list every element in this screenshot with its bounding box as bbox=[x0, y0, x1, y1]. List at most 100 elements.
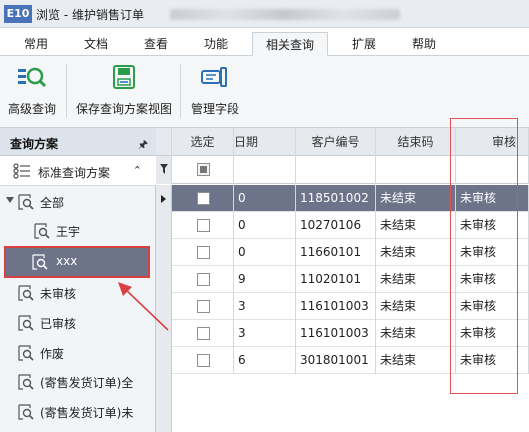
title-bar: E10 浏览 - 维护销售订单 bbox=[0, 0, 529, 28]
tree-node-audited[interactable]: 已审核 bbox=[0, 309, 156, 337]
tab-common[interactable]: 常用 bbox=[14, 32, 58, 56]
table-row[interactable]: 0 10270106 未结束 未审核 bbox=[156, 212, 529, 239]
filter-select-all[interactable] bbox=[172, 156, 234, 184]
row-select[interactable] bbox=[172, 347, 234, 374]
row-indicator bbox=[156, 212, 172, 239]
row-indicator bbox=[156, 347, 172, 374]
orders-grid: 选定 日期 客户编号 结束码 审核 0 118501002 未结束 未审核 0 … bbox=[156, 128, 529, 432]
filter-cell[interactable] bbox=[234, 156, 296, 184]
tab-view[interactable]: 查看 bbox=[134, 32, 178, 56]
expand-icon[interactable] bbox=[6, 197, 14, 203]
cell-customer: 116101003 bbox=[296, 293, 376, 320]
filter-cell[interactable] bbox=[456, 156, 529, 184]
advanced-query-icon bbox=[18, 67, 47, 88]
table-row[interactable]: 0 118501002 未结束 未审核 bbox=[156, 185, 529, 212]
filter-indicator bbox=[156, 156, 172, 184]
row-indicator bbox=[156, 185, 172, 212]
row-indicator bbox=[156, 293, 172, 320]
caret-up-icon[interactable]: ⌃ bbox=[133, 164, 142, 177]
tree-node-xxx[interactable]: xxx bbox=[4, 246, 150, 278]
tree-node-consign-all[interactable]: (寄售发货订单)全 bbox=[0, 368, 156, 396]
row-select[interactable] bbox=[172, 320, 234, 347]
row-checkbox[interactable] bbox=[196, 300, 210, 313]
pin-icon[interactable]: 🖈 bbox=[138, 136, 148, 155]
tree-label: (寄售发货订单)全 bbox=[40, 376, 134, 390]
query-icon bbox=[18, 404, 34, 420]
cell-settle: 未结束 bbox=[376, 185, 456, 212]
cell-settle: 未结束 bbox=[376, 239, 456, 266]
filter-icon bbox=[160, 164, 168, 174]
cell-date: 3 bbox=[234, 320, 296, 347]
column-header-settle[interactable]: 结束码 bbox=[376, 128, 456, 156]
column-header-date[interactable]: 日期 bbox=[234, 128, 296, 156]
table-row[interactable]: 3 116101003 未结束 未审核 bbox=[156, 320, 529, 347]
tab-related-query[interactable]: 相关查询 bbox=[252, 32, 328, 56]
row-checkbox[interactable] bbox=[196, 354, 210, 367]
query-icon bbox=[18, 285, 34, 301]
row-checkbox[interactable] bbox=[196, 246, 210, 259]
cell-audit: 未审核 bbox=[456, 347, 529, 374]
app-window: E10 浏览 - 维护销售订单 常用 文档 查看 功能 相关查询 扩展 帮助 高… bbox=[0, 0, 529, 432]
scheme-selector[interactable]: 标准查询方案 ⌃ bbox=[0, 156, 156, 186]
tree-label: 王宇 bbox=[56, 225, 81, 239]
cell-customer: 116101003 bbox=[296, 320, 376, 347]
query-icon bbox=[18, 315, 34, 331]
header-indicator bbox=[156, 128, 172, 156]
advanced-query-label: 高级查询 bbox=[7, 102, 56, 116]
select-all-checkbox[interactable] bbox=[196, 163, 210, 176]
tab-extend[interactable]: 扩展 bbox=[342, 32, 386, 56]
manage-fields-button[interactable]: 管理字段 bbox=[186, 60, 244, 122]
row-select[interactable] bbox=[172, 239, 234, 266]
row-checkbox[interactable] bbox=[196, 219, 210, 232]
row-indicator bbox=[156, 374, 172, 432]
scheme-label: 标准查询方案 bbox=[38, 166, 111, 180]
menu-tabs: 常用 文档 查看 功能 相关查询 扩展 帮助 bbox=[0, 28, 529, 56]
row-indicator bbox=[156, 320, 172, 347]
row-select[interactable] bbox=[172, 266, 234, 293]
row-select[interactable] bbox=[172, 185, 234, 212]
row-checkbox[interactable] bbox=[196, 327, 210, 340]
table-row[interactable]: 9 11020101 未结束 未审核 bbox=[156, 266, 529, 293]
row-select[interactable] bbox=[172, 212, 234, 239]
tree-label: 未审核 bbox=[40, 287, 77, 301]
row-select[interactable] bbox=[172, 293, 234, 320]
query-icon bbox=[32, 254, 48, 270]
row-indicator bbox=[156, 266, 172, 293]
cell-customer: 11660101 bbox=[296, 239, 376, 266]
cell-customer: 10270106 bbox=[296, 212, 376, 239]
row-indicator bbox=[156, 239, 172, 266]
list-icon bbox=[13, 163, 30, 179]
row-checkbox[interactable] bbox=[196, 273, 210, 286]
tree-node-consign-un[interactable]: (寄售发货订单)未 bbox=[0, 398, 156, 426]
table-row[interactable]: 3 116101003 未结束 未审核 bbox=[156, 293, 529, 320]
table-row[interactable]: 0 11660101 未结束 未审核 bbox=[156, 239, 529, 266]
tree-node-void[interactable]: 作废 bbox=[0, 339, 156, 367]
tree-node-wangyu[interactable]: 王宇 bbox=[0, 217, 156, 245]
tree-node-all[interactable]: 全部 bbox=[0, 188, 156, 216]
tab-help[interactable]: 帮助 bbox=[402, 32, 446, 56]
row-checkbox[interactable] bbox=[196, 192, 210, 205]
tree-label: 作废 bbox=[40, 347, 65, 361]
table-row[interactable]: 6 301801001 未结束 未审核 bbox=[156, 347, 529, 374]
tab-document[interactable]: 文档 bbox=[74, 32, 118, 56]
column-header-customer[interactable]: 客户编号 bbox=[296, 128, 376, 156]
query-icon bbox=[34, 223, 50, 239]
blurred-title-detail bbox=[170, 9, 400, 20]
grid-header: 选定 日期 客户编号 结束码 审核 bbox=[156, 128, 529, 156]
arrow-right-icon bbox=[161, 195, 166, 203]
cell-settle: 未结束 bbox=[376, 212, 456, 239]
window-title: 浏览 - 维护销售订单 bbox=[36, 8, 144, 22]
tree-label: (寄售发货订单)未 bbox=[40, 406, 134, 420]
tree-label: 已审核 bbox=[40, 317, 77, 331]
cell-audit: 未审核 bbox=[456, 293, 529, 320]
save-query-view-button[interactable]: 保存查询方案视图 bbox=[74, 60, 174, 122]
tab-function[interactable]: 功能 bbox=[194, 32, 238, 56]
cell-date: 3 bbox=[234, 293, 296, 320]
column-header-select[interactable]: 选定 bbox=[172, 128, 234, 156]
filter-cell[interactable] bbox=[376, 156, 456, 184]
query-icon bbox=[18, 345, 34, 361]
filter-cell[interactable] bbox=[296, 156, 376, 184]
advanced-query-button[interactable]: 高级查询 bbox=[4, 60, 60, 122]
tree-node-unaudited[interactable]: 未审核 bbox=[0, 279, 156, 307]
column-header-audit[interactable]: 审核 bbox=[456, 128, 529, 156]
